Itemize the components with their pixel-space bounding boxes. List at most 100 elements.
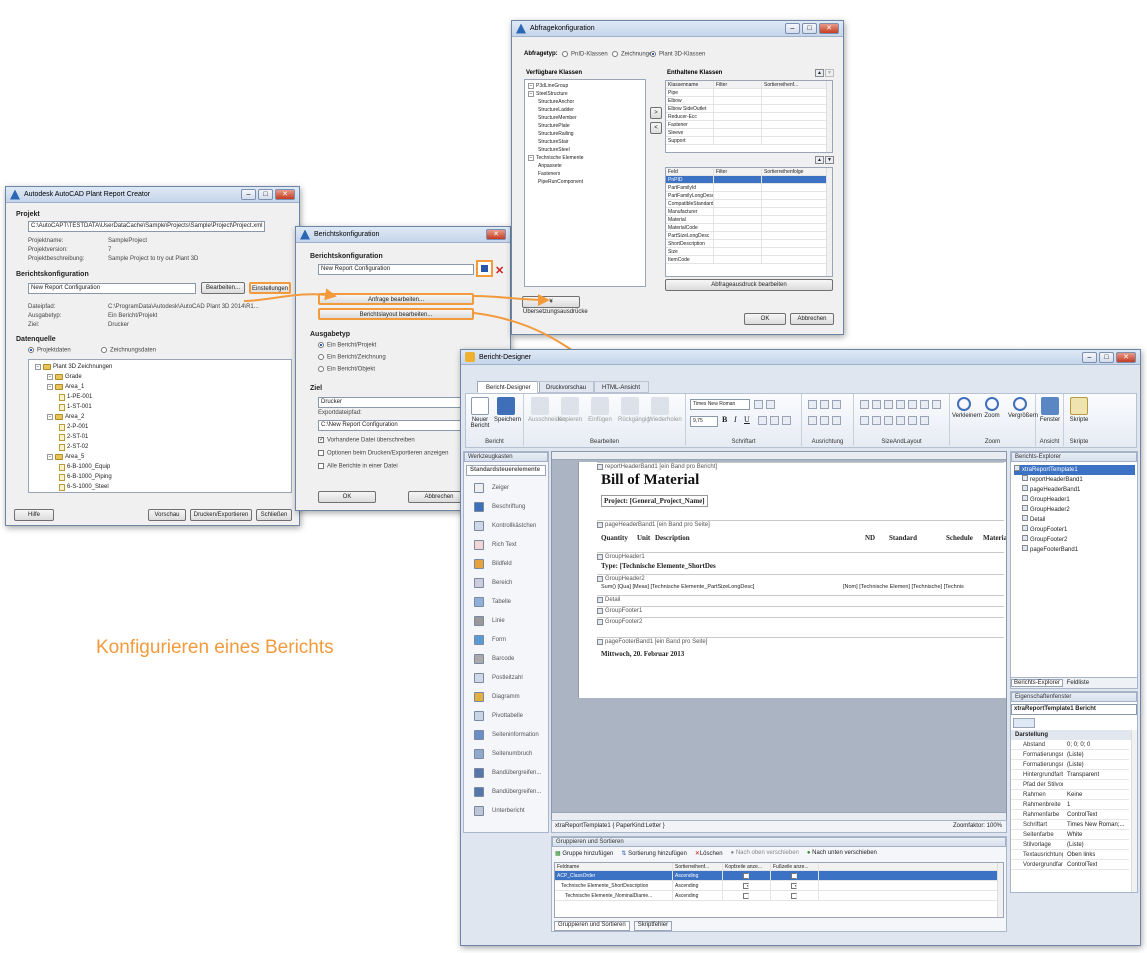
ziel-select[interactable]: Drucker bbox=[318, 397, 464, 408]
band-group-header2[interactable]: GroupHeader2 bbox=[597, 574, 1004, 583]
grid-row[interactable]: PartSizeLongDesc bbox=[666, 232, 832, 240]
scripts-button[interactable]: Skripte bbox=[1067, 397, 1091, 423]
explorer-item[interactable]: GroupFooter1 bbox=[1014, 525, 1135, 535]
drawing-tree[interactable]: − Plant 3D Zeichnungen − Grade − Area_1 1-PE-0… bbox=[28, 359, 292, 493]
einstellungen-button[interactable]: Einstellungen bbox=[249, 282, 291, 294]
move-up-icon[interactable]: ▲ bbox=[815, 69, 824, 77]
layout-icon[interactable] bbox=[920, 400, 929, 409]
radio-out3[interactable]: Ein Bericht/Objekt bbox=[318, 366, 375, 373]
tree-item[interactable]: 1-PE-001 bbox=[35, 392, 291, 402]
project-path-select[interactable]: C:\AutoCAPT\TESTDATA\UserDataCache\Sampl… bbox=[28, 221, 265, 232]
class-tree-item[interactable]: StructureStair bbox=[528, 138, 645, 146]
explorer-item[interactable]: Detail bbox=[1014, 515, 1135, 525]
maximize-button[interactable]: □ bbox=[258, 189, 273, 200]
tree-item[interactable]: 2-ST-02 bbox=[35, 442, 291, 452]
property-row[interactable]: Textausrichtung Oben links bbox=[1011, 850, 1129, 860]
band-group-header1[interactable]: GroupHeader1 bbox=[597, 552, 1004, 561]
column-header[interactable]: Feld bbox=[666, 168, 714, 175]
tree-item[interactable]: 6-B-1000_Piping bbox=[35, 472, 291, 482]
checkbox-options[interactable]: Optionen beim Drucken/Exportieren anzeig… bbox=[318, 450, 448, 457]
align-left-icon[interactable] bbox=[758, 416, 767, 425]
table-row[interactable]: Technische Elemente_ShortDescription Asce… bbox=[555, 881, 1003, 891]
class-tree-item[interactable]: − Technische Elemente bbox=[528, 154, 645, 162]
column-header[interactable]: Sortierreihenf... bbox=[673, 863, 723, 870]
column-header[interactable]: Sortierreihenf... bbox=[762, 81, 828, 88]
bold-button[interactable]: B bbox=[722, 415, 727, 424]
column-headers[interactable]: Quantity Unit Description ND Standard Sc… bbox=[601, 534, 1006, 546]
zoom-out-button[interactable]: Verkleinern bbox=[952, 397, 982, 419]
props-category[interactable]: Darstellung bbox=[1011, 730, 1137, 740]
minimize-button[interactable]: – bbox=[1082, 351, 1097, 363]
toolbox-header[interactable]: Standardsteuerelemente bbox=[466, 465, 546, 476]
grid-row[interactable]: Sleeve bbox=[666, 129, 832, 137]
uebersetzung-button[interactable]: ¥ Übersetzungsausdrücke bbox=[522, 296, 588, 315]
band-group-footer1[interactable]: GroupFooter1 bbox=[597, 606, 1004, 615]
radio-plant3d[interactable]: Plant 3D-Klassen bbox=[650, 51, 705, 58]
footer-date[interactable]: Mittwoch, 20. Februar 2013 bbox=[601, 650, 684, 658]
save-button[interactable]: Speichern bbox=[494, 397, 521, 423]
column-header[interactable]: Klassenname bbox=[666, 81, 714, 88]
property-row[interactable]: Stilvorlage (Liste) bbox=[1011, 840, 1129, 850]
paste-button[interactable]: Einfügen bbox=[588, 397, 612, 423]
layout-icon[interactable] bbox=[860, 416, 869, 425]
column-header[interactable]: Feldname bbox=[555, 863, 673, 870]
layout-icon[interactable] bbox=[884, 416, 893, 425]
align-icon[interactable] bbox=[832, 400, 841, 409]
tool-item[interactable]: Seitenumbruch bbox=[464, 744, 548, 763]
layout-icon[interactable] bbox=[932, 400, 941, 409]
tool-item[interactable]: Postleitzahl bbox=[464, 668, 548, 687]
classes-grid[interactable]: Klassenname Filter Sortierreihenf... Pipe El… bbox=[665, 80, 833, 153]
footer-checkbox[interactable]: ✓ bbox=[791, 882, 797, 889]
tree-item[interactable]: − Area_2 bbox=[35, 412, 291, 422]
close-button[interactable]: ✕ bbox=[819, 23, 839, 34]
align-icon[interactable] bbox=[808, 416, 817, 425]
table-row[interactable]: Technische Elemente_NominalDiame... Ascen… bbox=[555, 891, 1003, 901]
tree-item[interactable]: 6-S-1000_Steel bbox=[35, 482, 291, 492]
grid-row[interactable]: Support bbox=[666, 137, 832, 145]
checkbox-overwrite[interactable]: ✓ Vorhandene Datei überschreiben bbox=[318, 437, 415, 444]
tab-script-errors[interactable]: Skriptfehler bbox=[633, 921, 673, 931]
horizontal-scrollbar[interactable] bbox=[552, 812, 1006, 820]
tool-item[interactable]: Bandübergreifen... bbox=[464, 782, 548, 801]
delete-button[interactable]: ✕Löschen bbox=[695, 850, 723, 857]
scrollbar[interactable] bbox=[826, 81, 832, 152]
cut-button[interactable]: Ausschneiden bbox=[528, 397, 566, 423]
italic-button[interactable]: I bbox=[734, 415, 737, 424]
tool-item[interactable]: Beschriftung bbox=[464, 497, 548, 516]
tree-item[interactable]: − Grade bbox=[35, 372, 291, 382]
save-icon[interactable] bbox=[476, 260, 493, 277]
property-row[interactable]: HintergrundfarbeTransparent bbox=[1011, 770, 1129, 780]
align-icon[interactable] bbox=[808, 400, 817, 409]
layout-icon[interactable] bbox=[884, 400, 893, 409]
close-button[interactable]: ✕ bbox=[275, 189, 295, 200]
class-tree-item[interactable]: StructurePlate bbox=[528, 122, 645, 130]
property-row[interactable]: Schriftart Times New Roman;... bbox=[1011, 820, 1129, 830]
property-row[interactable]: Rahmenbreite 1 bbox=[1011, 800, 1129, 810]
add-group-button[interactable]: ▦ Gruppe hinzufügen bbox=[555, 850, 613, 857]
header-checkbox[interactable]: ✓ bbox=[743, 872, 749, 879]
tool-item[interactable]: Zeiger bbox=[464, 478, 548, 497]
grid-row[interactable]: MaterialCode bbox=[666, 224, 832, 232]
add-sort-button[interactable]: ⇅ Sortierung hinzufügen bbox=[621, 850, 686, 857]
close-button[interactable]: ✕ bbox=[486, 229, 506, 240]
band-detail[interactable]: Detail bbox=[597, 595, 1004, 604]
undo-button[interactable]: Rückgängig bbox=[618, 397, 650, 423]
property-row[interactable]: Abstand 0; 0; 0; 0 bbox=[1011, 740, 1129, 750]
grid-row[interactable]: PartFamilyId bbox=[666, 184, 832, 192]
grid-row[interactable]: Size bbox=[666, 248, 832, 256]
hilfe-button[interactable]: Hilfe bbox=[14, 509, 54, 521]
tree-item[interactable]: 2-P-001 bbox=[35, 422, 291, 432]
report-config-select[interactable]: New Report Configuration bbox=[28, 283, 196, 294]
explorer-item[interactable]: GroupFooter2 bbox=[1014, 535, 1135, 545]
tool-item[interactable]: Form bbox=[464, 630, 548, 649]
object-select[interactable]: xtraReportTemplate1 Bericht bbox=[1011, 704, 1137, 715]
tab-group-sort[interactable]: Gruppieren und Sortieren bbox=[554, 921, 630, 931]
class-tree-item[interactable]: − P3dLineGroup bbox=[528, 82, 645, 90]
zoom-in-button[interactable]: Vergrößern bbox=[1008, 397, 1038, 419]
ok-button[interactable]: OK bbox=[744, 313, 786, 325]
tree-item[interactable]: − Area_5 bbox=[35, 452, 291, 462]
grid-row[interactable]: ShortDescription bbox=[666, 240, 832, 248]
layout-button[interactable]: Berichtslayout bearbeiten... bbox=[318, 308, 474, 320]
property-row[interactable]: Pfad der Stilvorla bbox=[1011, 780, 1129, 790]
tool-item[interactable]: Rich Text bbox=[464, 535, 548, 554]
